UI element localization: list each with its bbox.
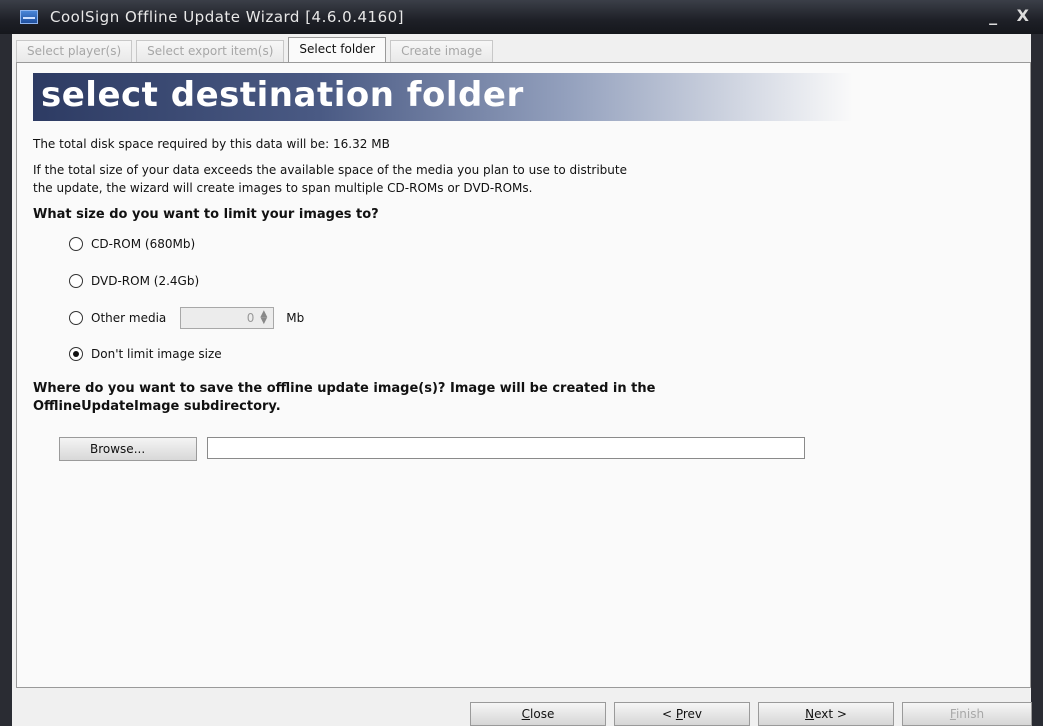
window-title: CoolSign Offline Update Wizard [4.6.0.41… xyxy=(50,8,405,26)
save-question-line1: Where do you want to save the offline up… xyxy=(33,381,656,396)
radio-button[interactable] xyxy=(69,347,83,361)
close-label-post: lose xyxy=(530,707,555,721)
next-label-post: ext > xyxy=(814,707,847,721)
close-accel: C xyxy=(521,707,531,721)
prev-label-post: rev xyxy=(682,707,703,721)
close-button[interactable]: Close xyxy=(470,702,606,726)
radio-button[interactable] xyxy=(69,274,83,288)
finish-label-post: inish xyxy=(955,707,985,721)
prev-accel: P xyxy=(675,707,683,721)
browse-button[interactable]: Browse... xyxy=(59,437,197,461)
app-icon xyxy=(20,10,38,24)
save-question-line2: OfflineUpdateImage subdirectory. xyxy=(33,399,281,414)
wizard-nav-buttons: Close < Prev Next > Finish xyxy=(470,702,1040,726)
destination-path-input[interactable] xyxy=(207,437,805,459)
radio-button[interactable] xyxy=(69,237,83,251)
other-media-size-spinner[interactable]: 0 ▲ ▼ xyxy=(180,307,275,329)
window-frame-right xyxy=(1031,34,1043,726)
radio-button[interactable] xyxy=(69,311,83,325)
page-title: select destination folder xyxy=(41,75,524,115)
radio-cdrom[interactable]: CD-ROM (680Mb) xyxy=(69,237,195,251)
tab-select-players[interactable]: Select player(s) xyxy=(16,40,133,62)
span-info-line1: If the total size of your data exceeds t… xyxy=(33,163,627,177)
title-bar: CoolSign Offline Update Wizard [4.6.0.41… xyxy=(0,0,1043,34)
prev-label-pre: < xyxy=(661,707,676,721)
next-button[interactable]: Next > xyxy=(758,702,894,726)
disk-space-text: The total disk space required by this da… xyxy=(33,137,390,151)
spinner-value: 0 xyxy=(246,311,255,325)
radio-other-media[interactable]: Other media 0 ▲ ▼ Mb xyxy=(69,307,304,329)
wizard-tabs: Select player(s) Select export item(s) S… xyxy=(16,37,497,62)
tab-select-export-items[interactable]: Select export item(s) xyxy=(136,40,285,62)
radio-label: Don't limit image size xyxy=(91,347,222,361)
unit-label: Mb xyxy=(286,311,305,325)
window-frame-left xyxy=(0,34,12,726)
tab-content-panel: select destination folder The total disk… xyxy=(16,62,1031,688)
radio-dvdrom[interactable]: DVD-ROM (2.4Gb) xyxy=(69,274,199,288)
radio-no-limit[interactable]: Don't limit image size xyxy=(69,347,222,361)
header-banner: select destination folder xyxy=(33,73,853,121)
size-question: What size do you want to limit your imag… xyxy=(33,207,379,222)
span-info-line2: the update, the wizard will create image… xyxy=(33,181,533,195)
window-controls: _ X xyxy=(975,6,1029,25)
spinner-arrows-icon[interactable]: ▲ ▼ xyxy=(260,310,267,326)
radio-label: Other media xyxy=(91,311,167,325)
prev-button[interactable]: < Prev xyxy=(614,702,750,726)
finish-button[interactable]: Finish xyxy=(902,702,1032,726)
next-accel: N xyxy=(805,707,815,721)
tab-create-image[interactable]: Create image xyxy=(390,40,494,62)
radio-label: DVD-ROM (2.4Gb) xyxy=(91,274,200,288)
close-window-button[interactable]: X xyxy=(1017,6,1029,25)
minimize-button[interactable]: _ xyxy=(989,6,997,25)
tab-select-folder[interactable]: Select folder xyxy=(288,37,387,62)
radio-label: CD-ROM (680Mb) xyxy=(91,237,196,251)
